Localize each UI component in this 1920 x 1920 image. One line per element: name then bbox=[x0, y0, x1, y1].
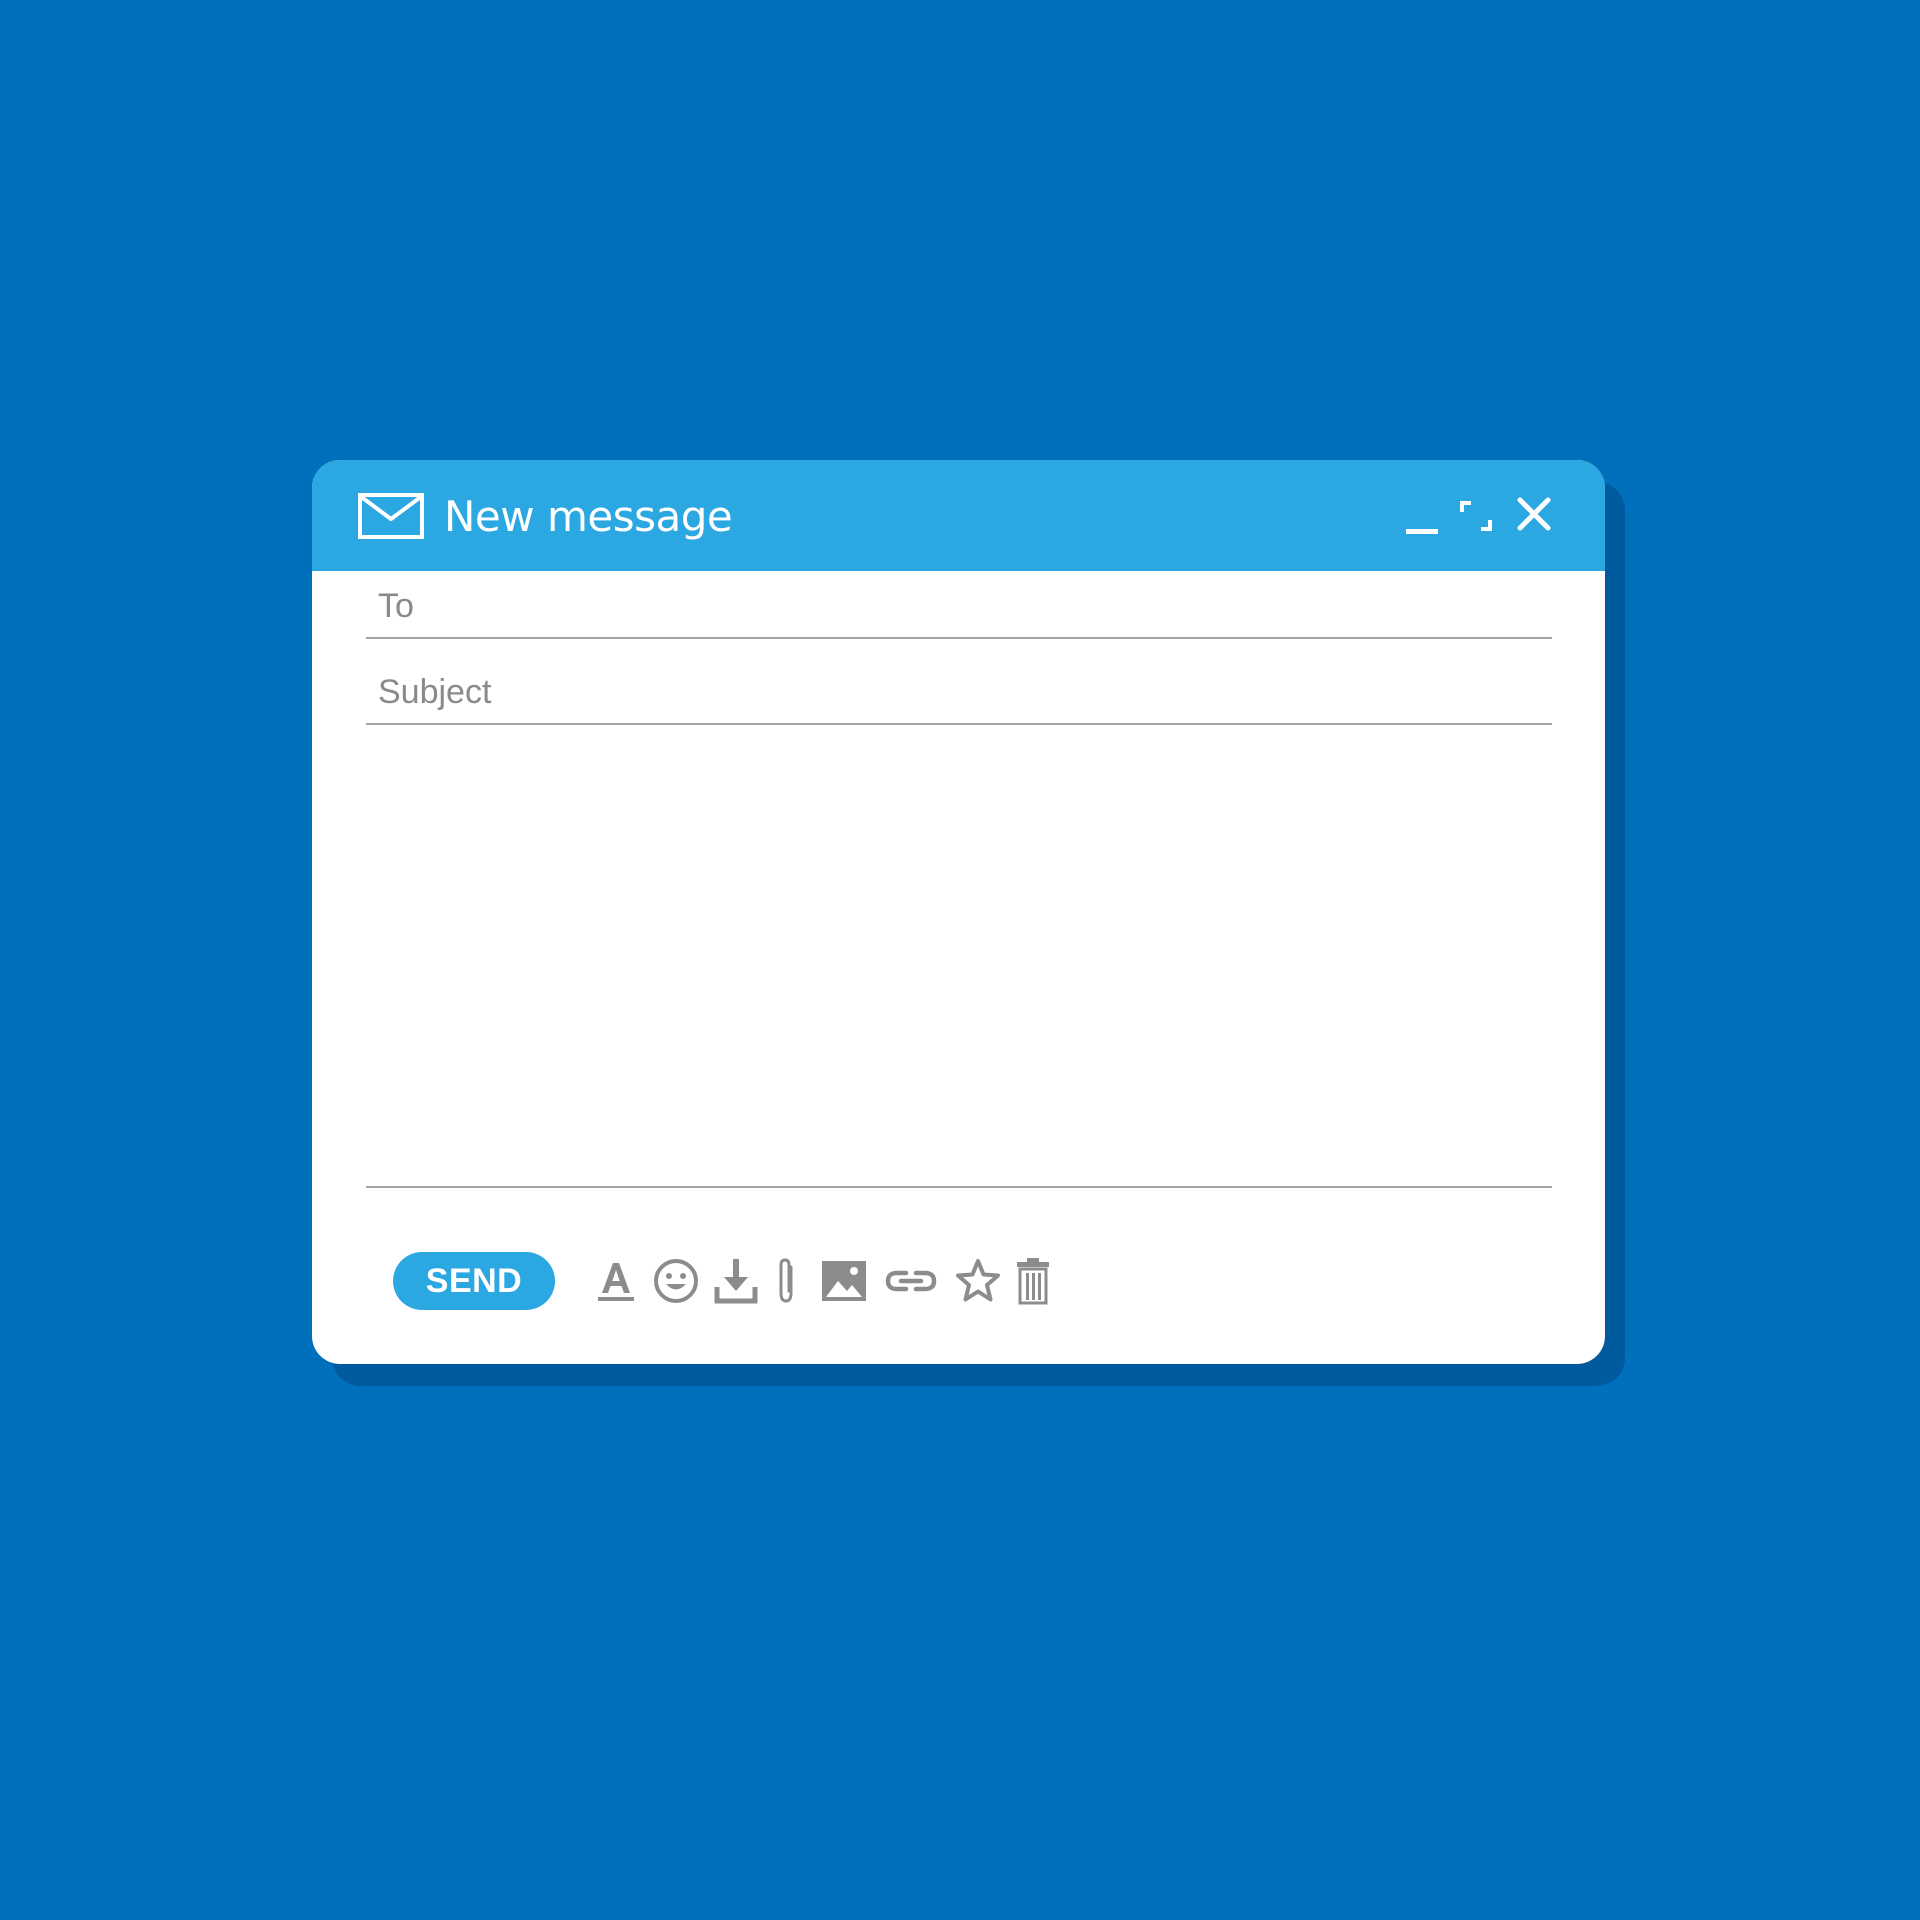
text-format-icon bbox=[598, 1263, 634, 1301]
trash-icon bbox=[1017, 1258, 1049, 1305]
star-icon bbox=[956, 1259, 1000, 1302]
title-bar[interactable]: New message bbox=[312, 460, 1605, 571]
send-button[interactable]: SEND bbox=[393, 1252, 555, 1310]
message-body-input[interactable] bbox=[366, 741, 1552, 1186]
trash-button[interactable] bbox=[1015, 1255, 1051, 1307]
star-button[interactable] bbox=[955, 1255, 1001, 1307]
maximize-button[interactable] bbox=[1454, 494, 1498, 538]
minimize-button[interactable] bbox=[1400, 494, 1444, 538]
compose-window: New message To Subject SEND bbox=[312, 460, 1605, 1364]
attachment-button[interactable] bbox=[773, 1255, 801, 1307]
desktop-background: New message To Subject SEND bbox=[0, 0, 1920, 1920]
window-title: New message bbox=[444, 492, 733, 541]
emoji-button[interactable] bbox=[652, 1255, 700, 1307]
link-icon bbox=[885, 1270, 937, 1292]
to-input[interactable] bbox=[374, 581, 1552, 631]
to-field bbox=[366, 571, 1552, 639]
close-button[interactable] bbox=[1512, 494, 1556, 538]
emoji-icon bbox=[654, 1259, 698, 1303]
attachment-icon bbox=[779, 1258, 793, 1303]
link-button[interactable] bbox=[884, 1255, 938, 1307]
image-button[interactable] bbox=[820, 1255, 868, 1307]
download-button[interactable] bbox=[713, 1255, 759, 1307]
subject-field bbox=[366, 657, 1552, 725]
envelope-icon bbox=[358, 493, 424, 539]
minimize-icon bbox=[1406, 529, 1438, 534]
text-format-button[interactable] bbox=[596, 1255, 636, 1307]
message-body bbox=[366, 741, 1552, 1188]
image-icon bbox=[822, 1261, 866, 1301]
download-icon bbox=[714, 1259, 758, 1304]
maximize-icon bbox=[1460, 501, 1492, 531]
subject-input[interactable] bbox=[374, 667, 1552, 717]
close-icon bbox=[1517, 497, 1551, 531]
